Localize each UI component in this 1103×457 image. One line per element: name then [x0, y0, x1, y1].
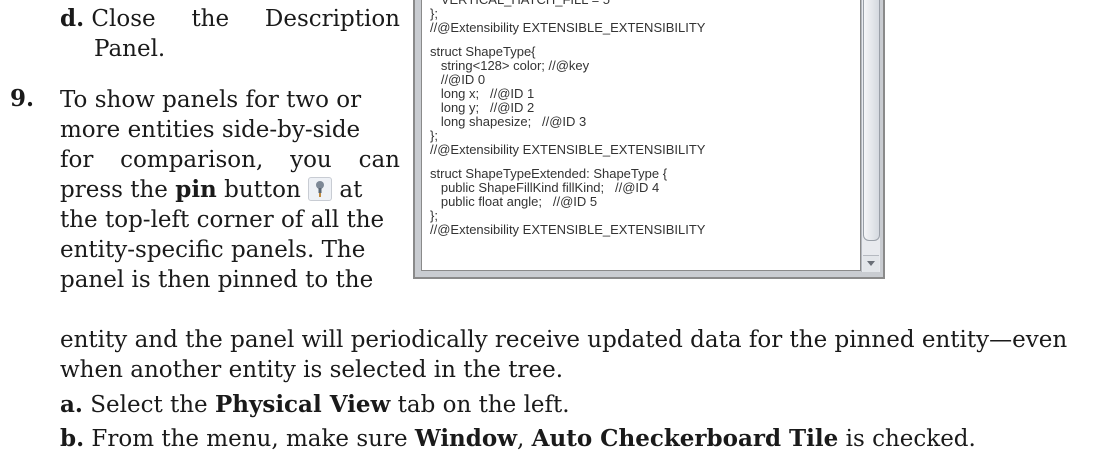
step-9-wide-text: entity and the panel will periodically r… [60, 325, 1080, 385]
step-9-line-1: To show panels for two or [60, 85, 400, 115]
step-b-label: b. [60, 425, 85, 452]
step-d: d. Close the Description Panel. [60, 4, 400, 64]
step-9-line-7: panel is then pinned to the [60, 267, 374, 293]
code-line: }; [430, 208, 438, 223]
code-line: struct ShapeTypeExtended: ShapeType { [430, 166, 668, 181]
step-d-label: d. [60, 5, 85, 32]
step-a: a. Select the Physical View tab on the l… [60, 390, 570, 420]
pin-word: pin [175, 176, 217, 203]
at-word: at [339, 177, 363, 203]
step-d-word-1: Close [91, 6, 156, 32]
step-9-line-2-text: more entities side-by-side [60, 117, 361, 143]
button-word: button [224, 177, 301, 203]
auto-checkerboard-term: Auto Checkerboard Tile [531, 425, 839, 452]
step-b-post: is checked. [845, 426, 976, 452]
step-b-comma: , [517, 426, 525, 452]
step-9-line-3-word-4: can [358, 147, 400, 173]
code-line: long x; //@ID 1 [430, 86, 535, 101]
code-line: struct ShapeType{ [430, 44, 536, 59]
step-9-line-5: the top-left corner of all the [60, 207, 385, 233]
step-9-wide-line-2: when another entity is selected in the t… [60, 357, 564, 383]
code-line: long shapesize; //@ID 3 [430, 114, 587, 129]
code-line: long y; //@ID 2 [430, 100, 535, 115]
step-9-line-6: entity-specific panels. The [60, 237, 366, 263]
code-line: public float angle; //@ID 5 [430, 194, 598, 209]
step-9-wide-line-1: entity and the panel will periodically r… [60, 327, 1068, 353]
description-panel-screenshot: VERTICAL_HATCH_FILL = 5};//@Extensibilit… [413, 0, 885, 279]
press-the-text: press the [60, 177, 168, 203]
code-line: public ShapeFillKind fillKind; //@ID 4 [430, 180, 660, 195]
step-9-line-2: more entities side-by-side [60, 115, 400, 145]
code-line: //@Extensibility EXTENSIBLE_EXTENSIBILIT… [430, 20, 706, 35]
step-9-line-4: press the pin button at [60, 175, 400, 205]
window-term: Window [414, 425, 517, 452]
code-line: string<128> color; //@key [430, 58, 590, 73]
step-a-post: tab on the left. [397, 392, 570, 418]
pin-icon[interactable] [308, 177, 333, 201]
idl-text-area[interactable]: VERTICAL_HATCH_FILL = 5};//@Extensibilit… [421, 0, 861, 271]
code-line: }; [430, 6, 438, 21]
step-9-number: 9. [10, 85, 35, 112]
vertical-scrollbar[interactable] [861, 0, 880, 272]
step-d-continuation: Panel. [94, 36, 166, 62]
step-9-line-3: for comparison, you can [60, 145, 400, 175]
code-line: //@Extensibility EXTENSIBLE_EXTENSIBILIT… [430, 222, 706, 237]
step-b-pre: From the menu, make sure [91, 426, 408, 452]
step-9-line-3-word-3: you [290, 147, 332, 173]
code-line: //@ID 0 [430, 72, 486, 87]
code-line: VERTICAL_HATCH_FILL = 5 [430, 0, 860, 7]
step-9-line-1-text: To show panels for two or [60, 87, 362, 113]
step-a-label: a. [60, 391, 83, 418]
step-9-line-3-word-1: for [60, 147, 94, 173]
document-page: d. Close the Description Panel. 9. To sh… [0, 0, 1103, 457]
step-d-word-2: the [191, 6, 230, 32]
step-b: b. From the menu, make sure Window, Auto… [60, 424, 976, 454]
physical-view-term: Physical View [214, 391, 391, 418]
code-line: //@Extensibility EXTENSIBLE_EXTENSIBILIT… [430, 142, 706, 157]
step-9-line-3-word-2: comparison, [120, 147, 264, 173]
chevron-down-icon [867, 261, 875, 266]
scrollbar-thumb[interactable] [863, 0, 880, 241]
scroll-down-arrow[interactable] [863, 255, 879, 272]
step-a-pre: Select the [90, 392, 208, 418]
step-9-text: To show panels for two or more entities … [60, 85, 400, 295]
step-d-word-3: Description [264, 6, 400, 32]
idl-code: VERTICAL_HATCH_FILL = 5};//@Extensibilit… [422, 0, 860, 237]
code-line: }; [430, 128, 438, 143]
